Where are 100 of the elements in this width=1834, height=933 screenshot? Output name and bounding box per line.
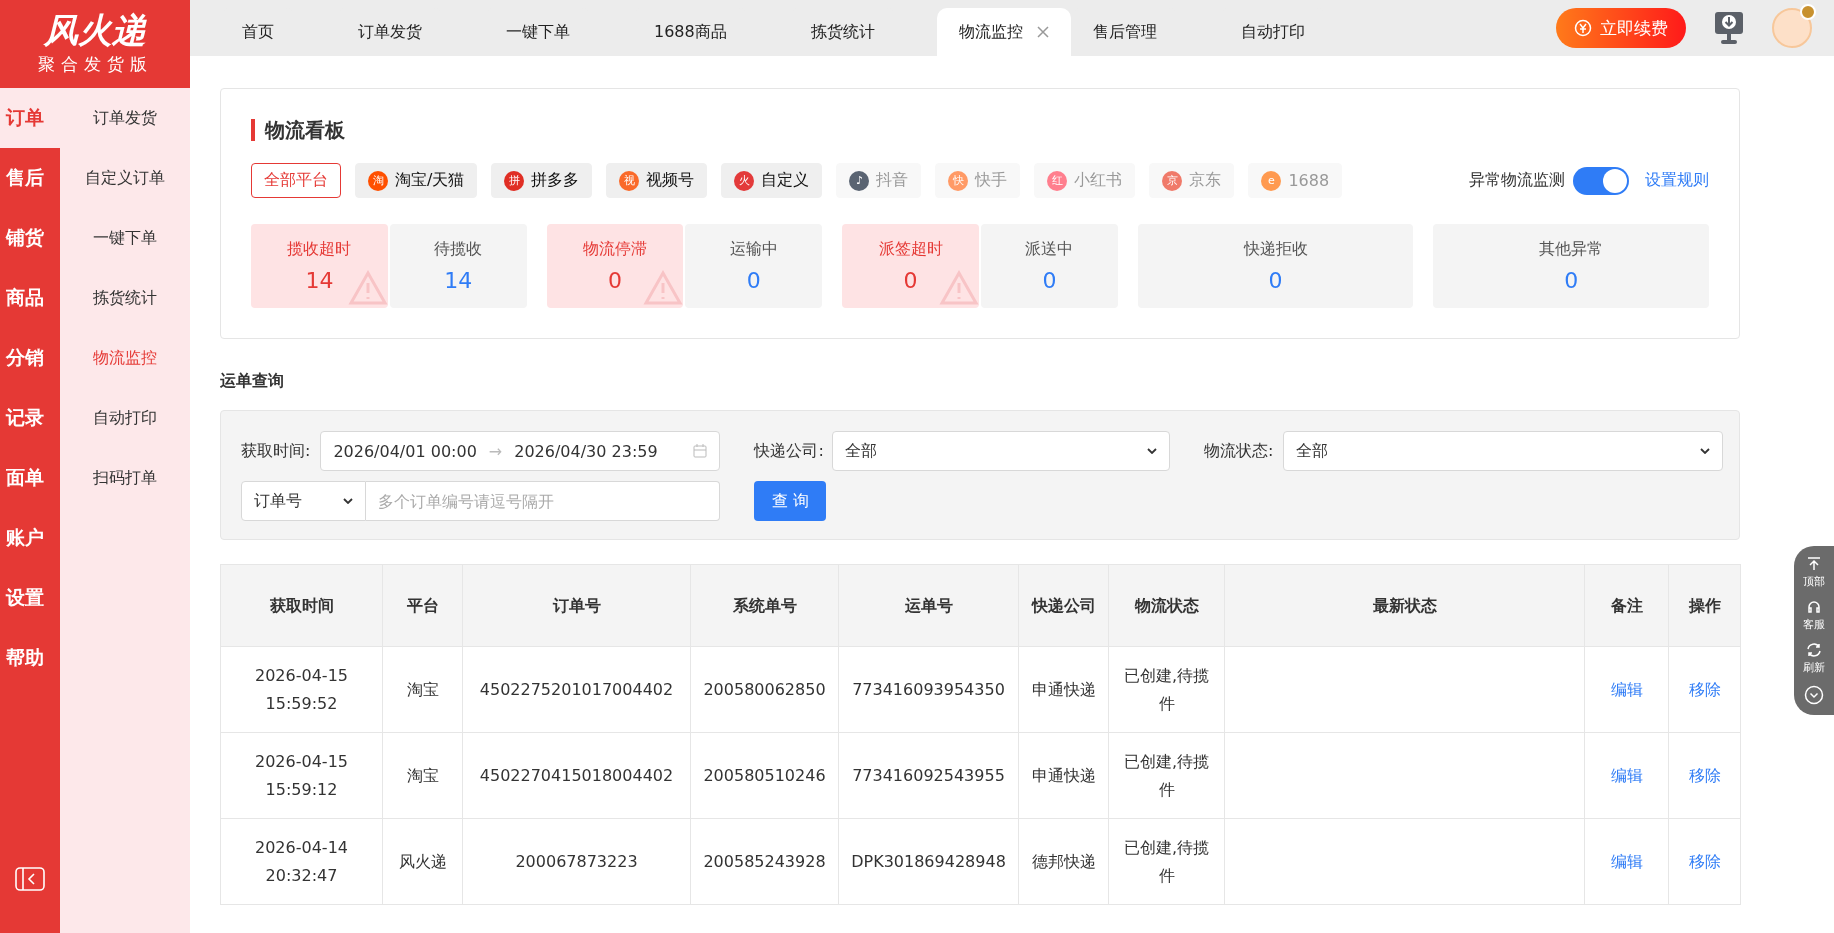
logo-name: 风火递 [44, 12, 146, 47]
column-header: 获取时间 [220, 564, 383, 647]
stat-label: 其他异常 [1539, 239, 1604, 260]
tab-label: 订单发货 [358, 21, 422, 43]
stat-value: 14 [305, 268, 334, 293]
platform-filter[interactable]: 火 自定义 [721, 163, 823, 198]
platform-filter[interactable]: 视 视频号 [606, 163, 708, 198]
stat-tile[interactable]: 运输中 0 [685, 224, 823, 308]
column-header: 物流状态 [1108, 564, 1225, 647]
platform-filter[interactable]: 拼 拼多多 [491, 163, 593, 198]
range-separator: → [488, 441, 503, 461]
platform-filter[interactable]: 淘 淘宝/天猫 [355, 163, 478, 198]
nav-tab[interactable]: 物流监控 [936, 8, 1071, 56]
column-header: 运单号 [838, 564, 1019, 647]
table-cell: 淘宝 [382, 646, 463, 733]
warning-icon [347, 270, 388, 306]
stat-tile[interactable]: 派送中 0 [981, 224, 1118, 308]
table-cell: 已创建,待揽件 [1108, 732, 1225, 819]
table-cell: 4502270415018004402 [462, 732, 691, 819]
date-range-field[interactable]: 2026/04/01 00:00 → 2026/04/30 23:59 [320, 431, 721, 471]
field-label: 获取时间: [241, 440, 311, 462]
platform-icon: ♪ [849, 170, 870, 191]
table-cell: 已创建,待揽件 [1108, 646, 1225, 733]
coin-icon [1574, 19, 1592, 37]
submenu-item[interactable]: 自定义订单 [60, 148, 190, 208]
stat-tile[interactable]: 揽收超时 14 [251, 224, 388, 308]
toolbar-label[interactable]: 客服 [1803, 617, 1825, 632]
stat-tile[interactable]: 其他异常 0 [1433, 224, 1709, 308]
stat-tile[interactable]: 快递拒收 0 [1137, 224, 1414, 308]
stat-value: 0 [608, 268, 622, 293]
tab-label: 1688商品 [654, 21, 727, 43]
section-title: 运单查询 [220, 371, 285, 392]
chevron-down-icon [1700, 448, 1710, 454]
refresh-icon [1806, 642, 1822, 658]
submenu-item[interactable]: 拣货统计 [60, 268, 190, 328]
status-select[interactable]: 全部 [1283, 431, 1723, 471]
platform-icon: 淘 [368, 170, 388, 191]
column-header: 快递公司 [1018, 564, 1109, 647]
table-cell: 200580062850 [690, 646, 839, 733]
remove-link[interactable]: 移除 [1688, 679, 1721, 699]
field-label: 物流状态: [1204, 440, 1274, 462]
table-cell: 淘宝 [382, 732, 463, 819]
edit-link[interactable]: 编辑 [1610, 679, 1643, 699]
stat-tile[interactable]: 待揽收 14 [389, 224, 527, 308]
table-cell: DPK301869428948 [838, 818, 1019, 905]
platform-icon: 快 [948, 170, 969, 191]
close-icon[interactable] [1036, 26, 1049, 38]
chevron-down-icon[interactable] [1804, 685, 1824, 705]
rail-item[interactable]: 订单 [0, 88, 60, 148]
stat-label: 揽收超时 [287, 239, 352, 260]
stat-label: 派送中 [1025, 239, 1074, 260]
field-label: 快递公司: [754, 440, 824, 462]
stat-value: 14 [444, 268, 473, 293]
submenu-item[interactable]: 扫码打单 [60, 448, 190, 508]
table-cell: 已创建,待揽件 [1108, 818, 1225, 905]
table-cell: 德邦快递 [1018, 818, 1109, 905]
column-header: 平台 [382, 564, 463, 647]
edit-link[interactable]: 编辑 [1610, 851, 1643, 871]
stat-value: 0 [1268, 268, 1283, 293]
warning-icon [939, 270, 979, 306]
collapse-icon[interactable] [15, 867, 45, 891]
table-cell: 200067873223 [462, 818, 691, 905]
submenu-item[interactable]: 自动打印 [60, 388, 190, 448]
chevron-down-icon [343, 498, 353, 504]
stat-tile[interactable]: 物流停滞 0 [546, 224, 684, 308]
table-cell: 200580510246 [690, 732, 839, 819]
arrow-up-icon [1806, 556, 1822, 572]
platform-icon: 红 [1047, 170, 1068, 191]
renew-button[interactable]: 立即续费 [1556, 8, 1686, 48]
stat-label: 快递拒收 [1243, 239, 1308, 260]
toolbar-label[interactable]: 刷新 [1803, 660, 1825, 675]
tab-label: 自动打印 [1240, 21, 1305, 43]
remove-link[interactable]: 移除 [1688, 851, 1721, 871]
column-header: 订单号 [462, 564, 691, 647]
submenu-item[interactable]: 订单发货 [60, 88, 190, 148]
order-id-input[interactable]: 多个订单编号请逗号隔开 [366, 481, 721, 521]
stat-label: 待揽收 [434, 239, 483, 260]
toolbar-label[interactable]: 顶部 [1803, 574, 1825, 589]
platform-filter[interactable]: 全部平台 [251, 163, 341, 198]
rules-link[interactable]: 设置规则 [1645, 170, 1709, 191]
stat-tile[interactable]: 派签超时 0 [842, 224, 979, 308]
courier-select[interactable]: 全部 [831, 431, 1170, 471]
search-button[interactable]: 查 询 [754, 481, 827, 521]
id-type-select[interactable]: 订单号 [241, 481, 366, 521]
warning-icon [643, 270, 684, 306]
tab-label: 拣货统计 [810, 21, 875, 43]
submenu-item[interactable]: 一键下单 [60, 208, 190, 268]
stat-value: 0 [903, 268, 918, 293]
stat-value: 0 [1564, 268, 1579, 293]
monitor-switch[interactable] [1573, 166, 1629, 195]
download-monitor-icon[interactable] [1714, 11, 1744, 45]
tab-label: 售后管理 [1092, 21, 1157, 43]
submenu-item[interactable]: 物流监控 [60, 328, 190, 388]
platform-icon: 京 [1162, 170, 1183, 191]
remove-link[interactable]: 移除 [1688, 765, 1721, 785]
stat-label: 派签超时 [878, 239, 943, 260]
stat-label: 运输中 [729, 239, 778, 260]
edit-link[interactable]: 编辑 [1610, 765, 1643, 785]
platform-icon: 视 [619, 170, 640, 191]
monitor-label: 异常物流监测 [1469, 170, 1565, 191]
